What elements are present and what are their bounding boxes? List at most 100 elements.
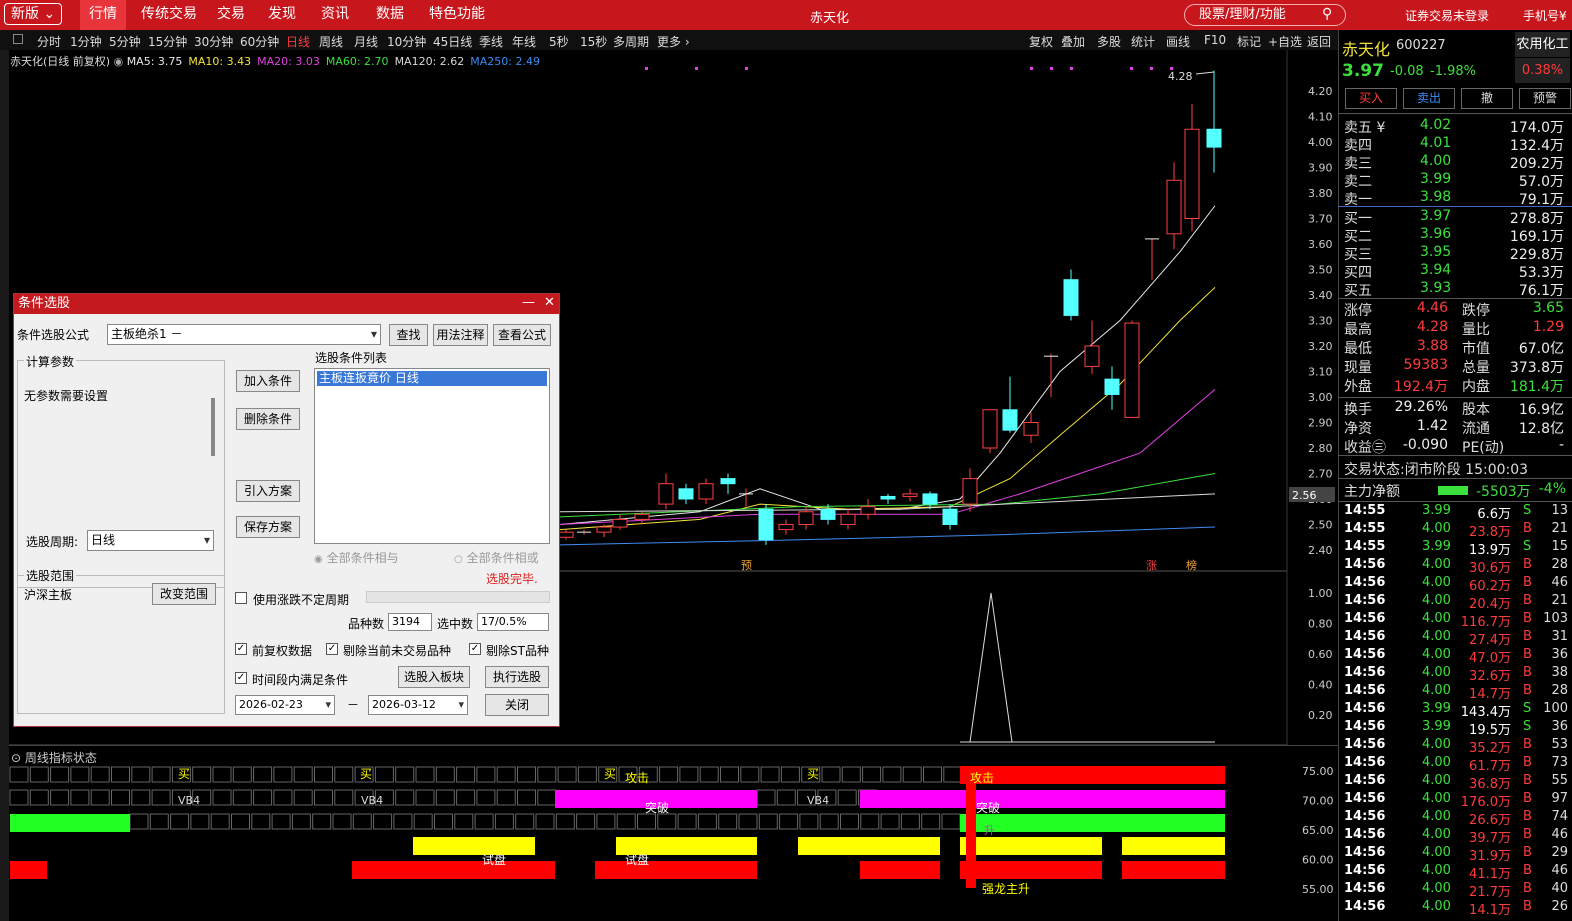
attack-label: 攻击 bbox=[625, 771, 649, 785]
stat-value-7b: - bbox=[1558, 437, 1564, 453]
main-flow-value: -5503万 bbox=[1476, 484, 1531, 500]
nav-item-4[interactable]: 资讯 bbox=[312, 0, 358, 30]
tick-side-10: B bbox=[1523, 683, 1532, 698]
grid-cell bbox=[923, 766, 942, 783]
buy-button[interactable]: 买入 bbox=[1345, 88, 1397, 109]
tick-time-10: 14:56 bbox=[1344, 683, 1386, 698]
grid-cell bbox=[90, 789, 110, 806]
tick-price-12: 3.99 bbox=[1422, 719, 1451, 734]
grid-cell bbox=[232, 766, 252, 783]
timeframe-9[interactable]: 10分钟 bbox=[387, 33, 426, 50]
timeframe-14[interactable]: 15秒 bbox=[580, 33, 607, 50]
stat-label-5a: 换手 bbox=[1344, 402, 1372, 418]
nav-item-0[interactable]: 行情 bbox=[80, 0, 126, 30]
tick-count-15: 55 bbox=[1551, 773, 1568, 788]
timeframe-5[interactable]: 60分钟 bbox=[240, 33, 279, 50]
grid-cell bbox=[273, 789, 293, 806]
tool-0[interactable]: 复权 bbox=[1029, 33, 1053, 50]
grid-cell bbox=[415, 789, 435, 806]
stock-name: 赤天化 bbox=[1342, 40, 1391, 59]
nav-item-5[interactable]: 数据 bbox=[367, 0, 413, 30]
stat-label-3b: 总量 bbox=[1462, 360, 1490, 376]
sell-button[interactable]: 卖出 bbox=[1403, 88, 1455, 109]
tick-side-12: S bbox=[1523, 719, 1532, 734]
layout-icon[interactable] bbox=[13, 34, 23, 44]
timeframe-3[interactable]: 15分钟 bbox=[148, 33, 187, 50]
yellow-bar-3 bbox=[960, 837, 1102, 855]
tick-time-15: 14:56 bbox=[1344, 773, 1386, 788]
grid-cell bbox=[596, 813, 616, 830]
stat-value-6a: 1.42 bbox=[1416, 418, 1448, 434]
cancel-button[interactable]: 撤 bbox=[1461, 88, 1513, 109]
tick-vol-1: 23.8万 bbox=[1469, 525, 1511, 540]
timeframe-15[interactable]: 多周期 bbox=[613, 33, 649, 50]
grid-cell bbox=[720, 766, 739, 783]
tick-price-16: 4.00 bbox=[1422, 791, 1451, 806]
tick-count-3: 28 bbox=[1551, 557, 1568, 572]
ask-vol-4: 79.1万 bbox=[1518, 192, 1564, 208]
tool-8[interactable]: 返回 bbox=[1307, 33, 1331, 50]
timeframe-13[interactable]: 5秒 bbox=[549, 33, 569, 50]
tick-price-8: 4.00 bbox=[1422, 647, 1451, 662]
grid-cell bbox=[70, 766, 90, 783]
nav-item-1[interactable]: 传统交易 bbox=[132, 0, 206, 30]
timeframe-10[interactable]: 45日线 bbox=[433, 33, 472, 50]
tick-count-22: 26 bbox=[1551, 899, 1568, 914]
timeframe-7[interactable]: 周线 bbox=[319, 33, 343, 50]
tool-5[interactable]: F10 bbox=[1204, 33, 1226, 47]
timeframe-4[interactable]: 30分钟 bbox=[194, 33, 233, 50]
ask-label-0: 卖五 ¥ bbox=[1344, 120, 1386, 136]
nav-item-2[interactable]: 交易 bbox=[208, 0, 254, 30]
red-bar-5 bbox=[1122, 861, 1225, 879]
grid-cell bbox=[943, 766, 963, 783]
grid-cell bbox=[941, 813, 961, 830]
alert-button[interactable]: 预警 bbox=[1519, 88, 1571, 109]
mobile-link[interactable]: 手机号¥ bbox=[1523, 7, 1567, 24]
grid-cell bbox=[312, 813, 332, 830]
tick-count-10: 28 bbox=[1551, 683, 1568, 698]
grid-cell bbox=[314, 789, 333, 806]
tool-7[interactable]: +自选 bbox=[1268, 33, 1302, 50]
tick-side-8: B bbox=[1523, 647, 1532, 662]
timeframe-8[interactable]: 月线 bbox=[354, 33, 378, 50]
stat-value-6b: 12.8亿 bbox=[1518, 421, 1564, 437]
tick-time-4: 14:56 bbox=[1344, 575, 1386, 590]
related-pct: 0.38% bbox=[1515, 58, 1570, 83]
timeframe-16[interactable]: 更多 › bbox=[657, 33, 690, 50]
breakout-label-2: 突破 bbox=[976, 800, 1000, 815]
timeframe-1[interactable]: 1分钟 bbox=[70, 33, 102, 50]
ask-label-1: 卖四 bbox=[1344, 138, 1372, 154]
timeframe-12[interactable]: 年线 bbox=[512, 33, 536, 50]
nav-item-3[interactable]: 发现 bbox=[259, 0, 305, 30]
bottom-tick-1: 70.00 bbox=[1302, 795, 1334, 808]
tool-2[interactable]: 多股 bbox=[1097, 33, 1121, 50]
grid-cell bbox=[880, 813, 900, 830]
timeframe-11[interactable]: 季线 bbox=[479, 33, 503, 50]
stat-value-1b: 1.29 bbox=[1532, 319, 1564, 335]
related-sector[interactable]: 农用化工 bbox=[1515, 32, 1570, 57]
grid-cell bbox=[293, 789, 313, 806]
timeframe-0[interactable]: 分时 bbox=[37, 33, 61, 50]
ask-price-3: 3.99 bbox=[1420, 171, 1452, 187]
grid-cell bbox=[210, 813, 230, 830]
tick-side-21: B bbox=[1523, 881, 1532, 896]
tool-4[interactable]: 画线 bbox=[1166, 33, 1190, 50]
grid-cell bbox=[780, 766, 800, 783]
tick-vol-4: 60.2万 bbox=[1469, 579, 1511, 594]
stat-label-0a: 涨停 bbox=[1344, 303, 1372, 319]
grid-cell bbox=[334, 766, 354, 783]
ask-price-2: 4.00 bbox=[1420, 153, 1452, 169]
trade-login-link[interactable]: 证券交易未登录 bbox=[1405, 7, 1489, 24]
nav-item-6[interactable]: 特色功能 bbox=[420, 0, 494, 30]
grid-cell bbox=[9, 789, 29, 806]
tick-time-0: 14:55 bbox=[1344, 503, 1386, 518]
grid-cell bbox=[677, 813, 697, 830]
timeframe-6[interactable]: 日线 bbox=[286, 33, 310, 50]
bid-vol-4: 76.1万 bbox=[1518, 283, 1564, 299]
tool-3[interactable]: 统计 bbox=[1131, 33, 1155, 50]
tool-6[interactable]: 标记 bbox=[1237, 33, 1261, 50]
bid-price-0: 3.97 bbox=[1420, 208, 1452, 224]
tool-1[interactable]: 叠加 bbox=[1061, 33, 1085, 50]
bid-label-1: 买二 bbox=[1344, 229, 1372, 245]
timeframe-2[interactable]: 5分钟 bbox=[109, 33, 141, 50]
